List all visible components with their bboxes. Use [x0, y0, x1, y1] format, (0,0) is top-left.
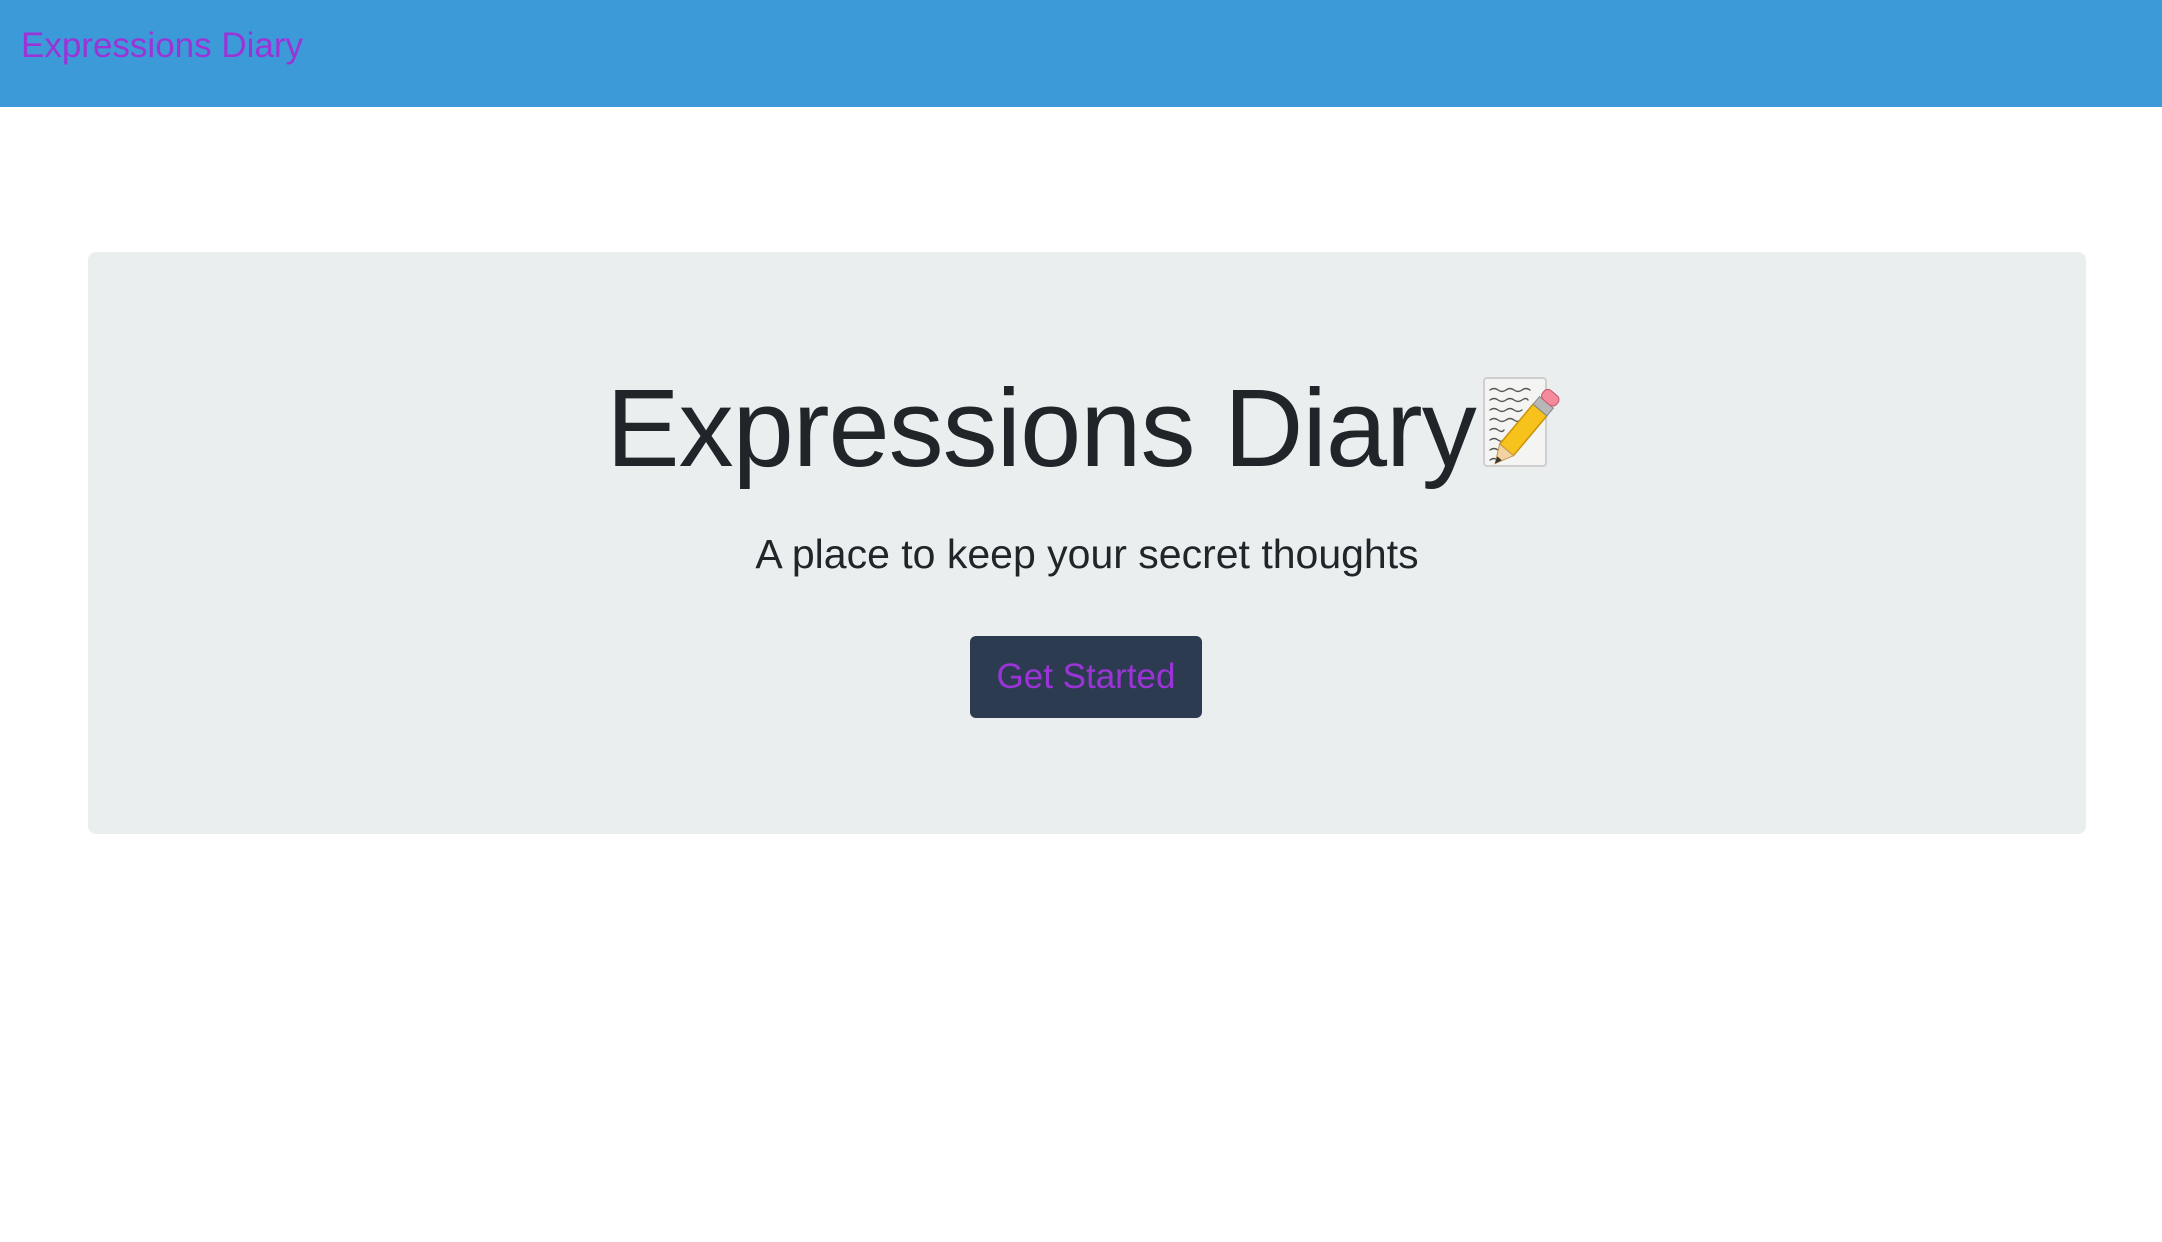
hero-subtitle: A place to keep your secret thoughts — [755, 531, 1419, 577]
top-navbar: Expressions Diary — [0, 0, 2162, 107]
page-title: Expressions Diary — [606, 367, 1476, 490]
get-started-button[interactable]: Get Started — [970, 636, 1202, 718]
navbar-brand-link[interactable]: Expressions Diary — [21, 28, 303, 63]
hero-jumbotron: Expressions Diary A place to keep your s… — [88, 252, 2086, 834]
hero-title-row: Expressions Diary — [88, 364, 2086, 494]
memo-pencil-icon — [1482, 376, 1568, 476]
